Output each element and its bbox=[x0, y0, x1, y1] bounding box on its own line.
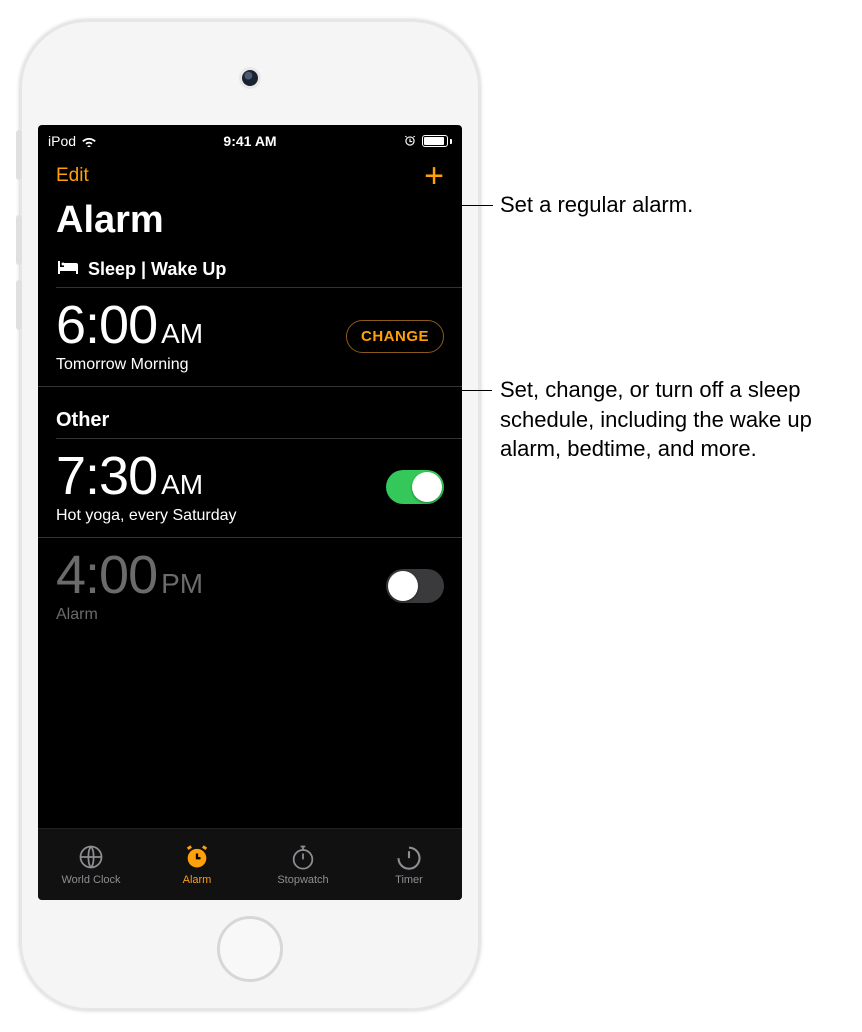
tab-timer[interactable]: Timer bbox=[356, 843, 462, 886]
alarm-time: 4:00 bbox=[56, 548, 157, 602]
status-time: 9:41 AM bbox=[223, 133, 276, 149]
alarm-subtitle: Hot yoga, every Saturday bbox=[56, 507, 237, 525]
tab-stopwatch[interactable]: Stopwatch bbox=[250, 843, 356, 886]
alarm-toggle[interactable] bbox=[386, 569, 444, 603]
alarm-status-icon bbox=[403, 134, 417, 148]
tab-world-clock[interactable]: World Clock bbox=[38, 843, 144, 886]
sleep-alarm-ampm: AM bbox=[161, 318, 203, 350]
bed-icon bbox=[56, 258, 80, 281]
callout-line bbox=[438, 205, 493, 206]
page-title: Alarm bbox=[38, 193, 462, 254]
alarm-ampm: PM bbox=[161, 568, 203, 600]
change-sleep-button[interactable]: CHANGE bbox=[346, 320, 444, 353]
tab-label: Stopwatch bbox=[277, 874, 328, 886]
home-button[interactable] bbox=[217, 916, 283, 982]
sleep-alarm-subtitle: Tomorrow Morning bbox=[56, 356, 203, 374]
tab-label: World Clock bbox=[61, 874, 120, 886]
alarm-toggle[interactable] bbox=[386, 470, 444, 504]
sleep-section-header: Sleep | Wake Up bbox=[38, 254, 462, 287]
power-button[interactable] bbox=[16, 130, 22, 180]
callout-change: Set, change, or turn off a sleep schedul… bbox=[500, 375, 840, 464]
volume-down-button[interactable] bbox=[16, 280, 22, 330]
volume-up-button[interactable] bbox=[16, 215, 22, 265]
front-camera bbox=[242, 70, 258, 86]
edit-button[interactable]: Edit bbox=[56, 165, 89, 187]
callout-line bbox=[440, 390, 492, 391]
other-section-label: Other bbox=[56, 409, 109, 432]
sleep-section-label: Sleep | Wake Up bbox=[88, 259, 226, 280]
tab-bar: World Clock Alarm Stopwatch Timer bbox=[38, 828, 462, 900]
screen: iPod 9:41 AM Edit + Alarm bbox=[38, 125, 462, 900]
callout-add: Set a regular alarm. bbox=[500, 190, 840, 220]
alarm-ampm: AM bbox=[161, 469, 203, 501]
sleep-alarm-time: 6:00 bbox=[56, 298, 157, 352]
alarm-subtitle: Alarm bbox=[56, 606, 203, 624]
alarm-time: 7:30 bbox=[56, 449, 157, 503]
add-alarm-button[interactable]: + bbox=[424, 166, 444, 186]
alarm-row[interactable]: 4:00 PM Alarm bbox=[38, 538, 462, 636]
nav-header: Edit + bbox=[38, 153, 462, 193]
other-section-header: Other bbox=[38, 405, 462, 438]
carrier-label: iPod bbox=[48, 133, 76, 149]
tab-alarm[interactable]: Alarm bbox=[144, 843, 250, 886]
battery-icon bbox=[422, 135, 452, 147]
alarm-row[interactable]: 7:30 AM Hot yoga, every Saturday bbox=[38, 439, 462, 538]
tab-label: Timer bbox=[395, 874, 423, 886]
sleep-alarm-row: 6:00 AM Tomorrow Morning CHANGE bbox=[38, 288, 462, 387]
status-bar: iPod 9:41 AM bbox=[38, 125, 462, 153]
wifi-icon bbox=[81, 135, 97, 147]
device-frame: iPod 9:41 AM Edit + Alarm bbox=[20, 20, 480, 1010]
tab-label: Alarm bbox=[183, 874, 212, 886]
